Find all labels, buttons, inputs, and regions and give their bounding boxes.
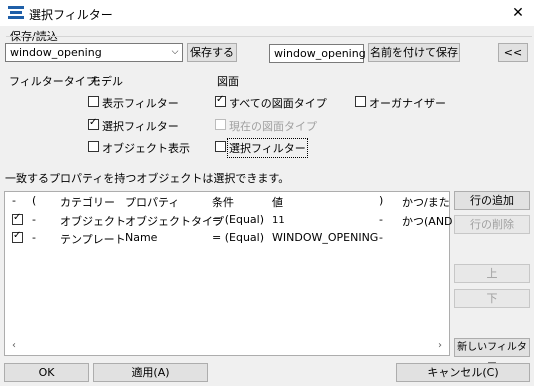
- object-display-label: オブジェクト表示: [102, 142, 190, 155]
- save-as-button[interactable]: 名前を付けて保存: [368, 43, 460, 62]
- object-display-checkbox[interactable]: [88, 141, 99, 152]
- row-open-paren[interactable]: -: [32, 231, 36, 244]
- col-value[interactable]: 値: [272, 194, 283, 210]
- filter-rules-grid[interactable]: - ( カテゴリー プロパティ 条件 値 ) かつ/また - オブジェクト オブ…: [4, 191, 453, 356]
- row-condition[interactable]: = (Equal): [212, 231, 264, 244]
- filter-type-label: フィルタータイプ:: [9, 75, 101, 88]
- title-bar: 選択フィルター ✕: [0, 0, 534, 26]
- drawing-selection-filter-checkbox[interactable]: [215, 141, 226, 152]
- all-drawing-types-checkbox[interactable]: [215, 94, 226, 107]
- row-property[interactable]: Name: [125, 231, 157, 244]
- row-value[interactable]: 11: [272, 215, 285, 226]
- col-property[interactable]: プロパティ: [125, 194, 179, 210]
- drawing-selection-filter-label: 選択フィルター: [227, 138, 308, 158]
- rule-description: 一致するプロパティを持つオブジェクトは選択できます。: [5, 172, 290, 185]
- row-value[interactable]: WINDOW_OPENING: [272, 231, 378, 244]
- row-category[interactable]: オブジェクト: [60, 213, 126, 229]
- scroll-left-icon[interactable]: ‹: [8, 340, 20, 352]
- saved-settings-combo[interactable]: window_opening ⌵: [5, 43, 183, 62]
- organizer-checkbox[interactable]: [355, 96, 366, 107]
- col-close-paren[interactable]: ): [379, 194, 383, 207]
- save-button[interactable]: 保存する: [187, 43, 237, 62]
- new-filter-button[interactable]: 新しいフィルター: [454, 338, 530, 370]
- table-row[interactable]: - テンプレート Name = (Equal) WINDOW_OPENING -: [5, 229, 449, 246]
- row-close-paren[interactable]: -: [379, 231, 383, 244]
- add-row-button[interactable]: 行の追加: [454, 191, 530, 210]
- apply-button[interactable]: 適用(A): [93, 363, 208, 382]
- cancel-button[interactable]: キャンセル(C): [396, 363, 530, 382]
- drawing-header: 図面: [217, 75, 239, 88]
- row-enabled-checkbox[interactable]: [12, 212, 23, 225]
- collapse-button[interactable]: <<: [498, 43, 528, 62]
- close-icon[interactable]: ✕: [506, 3, 530, 23]
- window-title: 選択フィルター: [29, 8, 113, 22]
- col-condition[interactable]: 条件: [212, 194, 234, 210]
- group-divider: [6, 36, 532, 37]
- row-condition[interactable]: = (Equal): [212, 213, 264, 226]
- move-up-button[interactable]: 上: [454, 264, 530, 283]
- current-drawing-type-label: 現在の図面タイプ: [229, 120, 317, 133]
- save-name-field[interactable]: window_opening: [269, 44, 366, 63]
- row-open-paren[interactable]: -: [32, 213, 36, 226]
- row-enabled-checkbox[interactable]: [12, 230, 23, 243]
- row-property[interactable]: オブジェクトタイプ: [125, 213, 224, 229]
- row-category[interactable]: テンプレート: [60, 231, 126, 247]
- move-down-button[interactable]: 下: [454, 289, 530, 308]
- row-close-paren[interactable]: -: [379, 213, 383, 226]
- col-enabled[interactable]: -: [12, 194, 16, 207]
- selection-filter-label: 選択フィルター: [102, 120, 179, 133]
- delete-row-button[interactable]: 行の削除: [454, 215, 530, 234]
- all-drawing-types-label: すべての図面タイプ: [229, 97, 327, 110]
- chevron-down-icon[interactable]: ⌵: [168, 45, 182, 60]
- display-filter-label: 表示フィルター: [102, 97, 179, 110]
- col-and-or[interactable]: かつ/また: [402, 194, 450, 210]
- display-filter-checkbox[interactable]: [88, 96, 99, 107]
- col-category[interactable]: カテゴリー: [60, 194, 115, 210]
- col-open-paren[interactable]: (: [32, 194, 36, 207]
- current-drawing-type-checkbox: [215, 119, 226, 130]
- row-and-or[interactable]: かつ(AND: [402, 213, 453, 229]
- selection-filter-checkbox[interactable]: [88, 117, 99, 130]
- ok-button[interactable]: OK: [4, 363, 89, 382]
- app-icon: [8, 6, 24, 19]
- organizer-label: オーガナイザー: [369, 97, 446, 110]
- combo-value: window_opening: [10, 46, 102, 59]
- horizontal-scrollbar[interactable]: ‹ ›: [6, 338, 448, 355]
- model-header: モデル: [90, 75, 123, 88]
- table-row[interactable]: - オブジェクト オブジェクトタイプ = (Equal) 11 - かつ(AND: [5, 211, 453, 229]
- scroll-right-icon[interactable]: ›: [434, 340, 446, 352]
